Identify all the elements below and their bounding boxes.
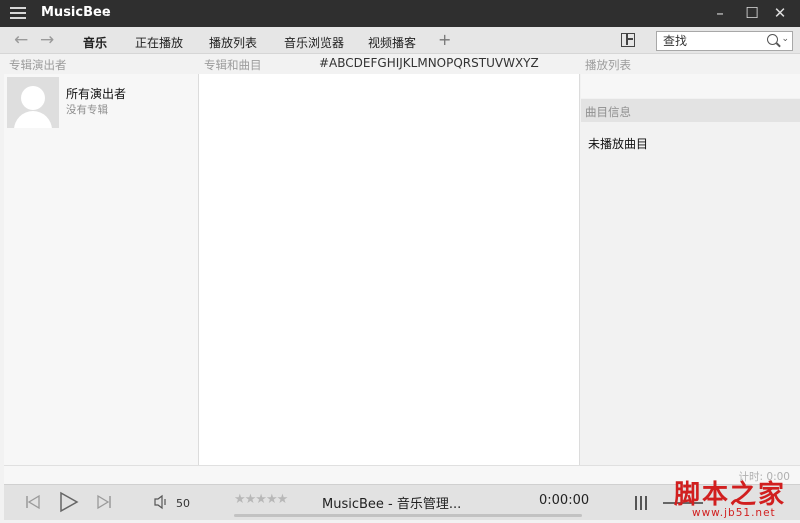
volume-value: 50: [176, 497, 190, 510]
watermark-text: 脚本之家: [674, 480, 787, 510]
column-header: 专辑演出者 专辑和曲目 #ABCDEFGHIJKLMNOPQRSTUVWXYZ …: [0, 55, 800, 74]
title-bar: MusicBee ⌄ – ☐ ✕: [0, 0, 800, 27]
artists-column-header[interactable]: 专辑演出者: [9, 57, 67, 73]
close-icon[interactable]: ✕: [768, 3, 792, 23]
volume-icon[interactable]: [154, 494, 168, 510]
tab-playlists[interactable]: 播放列表: [209, 34, 257, 51]
arrow-left-icon[interactable]: ←: [14, 30, 28, 50]
watermark-logo: 脚本之家 www.jb51.net: [672, 474, 800, 523]
albums-tracks-panel[interactable]: [198, 74, 580, 465]
artist-album-count: 没有专辑: [66, 104, 108, 116]
chevron-down-icon[interactable]: ⌄: [101, 5, 111, 19]
artist-name: 所有演出者: [66, 87, 127, 101]
progress-bar[interactable]: [234, 514, 582, 517]
nav-bar: ← → 音乐 正在播放 播放列表 音乐浏览器 视频播客 + ⌄: [0, 27, 800, 54]
maximize-icon[interactable]: ☐: [740, 3, 764, 23]
tab-now-playing[interactable]: 正在播放: [135, 34, 183, 51]
track-title: MusicBee - 音乐管理...: [322, 497, 462, 512]
track-info-header: 曲目信息: [581, 99, 800, 122]
next-track-icon[interactable]: [97, 494, 111, 510]
tab-video-podcasts[interactable]: 视频播客: [368, 34, 416, 51]
watermark-url: www.jb51.net: [692, 507, 776, 519]
search-icon[interactable]: [767, 34, 778, 45]
layout-icon[interactable]: [621, 33, 635, 47]
artist-list-item[interactable]: 所有演出者 没有专辑: [7, 77, 198, 129]
play-time: 0:00:00: [539, 493, 590, 508]
playlist-area[interactable]: [581, 74, 800, 98]
tab-music[interactable]: 音乐: [83, 34, 107, 51]
equalizer-icon[interactable]: [635, 496, 649, 510]
tab-music-browser[interactable]: 音乐浏览器: [284, 34, 344, 51]
arrow-right-icon[interactable]: →: [40, 30, 54, 50]
play-icon[interactable]: [59, 491, 79, 513]
track-info-title: 曲目信息: [585, 105, 631, 119]
search-dropdown-icon[interactable]: ⌄: [781, 34, 789, 44]
playlist-column-header[interactable]: 播放列表: [585, 57, 631, 73]
alphabet-index[interactable]: #ABCDEFGHIJKLMNOPQRSTUVWXYZ: [319, 56, 539, 70]
search-input[interactable]: [663, 34, 763, 48]
search-box[interactable]: ⌄: [656, 31, 793, 51]
rating-stars[interactable]: ★★★★★: [234, 492, 288, 507]
add-tab-button[interactable]: +: [438, 30, 451, 49]
right-panel: 曲目信息 未播放曲目: [581, 74, 800, 465]
no-track-message: 未播放曲目: [588, 137, 649, 151]
minimize-icon[interactable]: –: [708, 3, 732, 23]
artists-panel: 所有演出者 没有专辑: [4, 74, 198, 465]
albums-column-header[interactable]: 专辑和曲目: [204, 57, 262, 73]
hamburger-menu-icon[interactable]: [10, 7, 26, 20]
artist-avatar-icon: [7, 77, 59, 128]
previous-track-icon[interactable]: [26, 494, 40, 510]
